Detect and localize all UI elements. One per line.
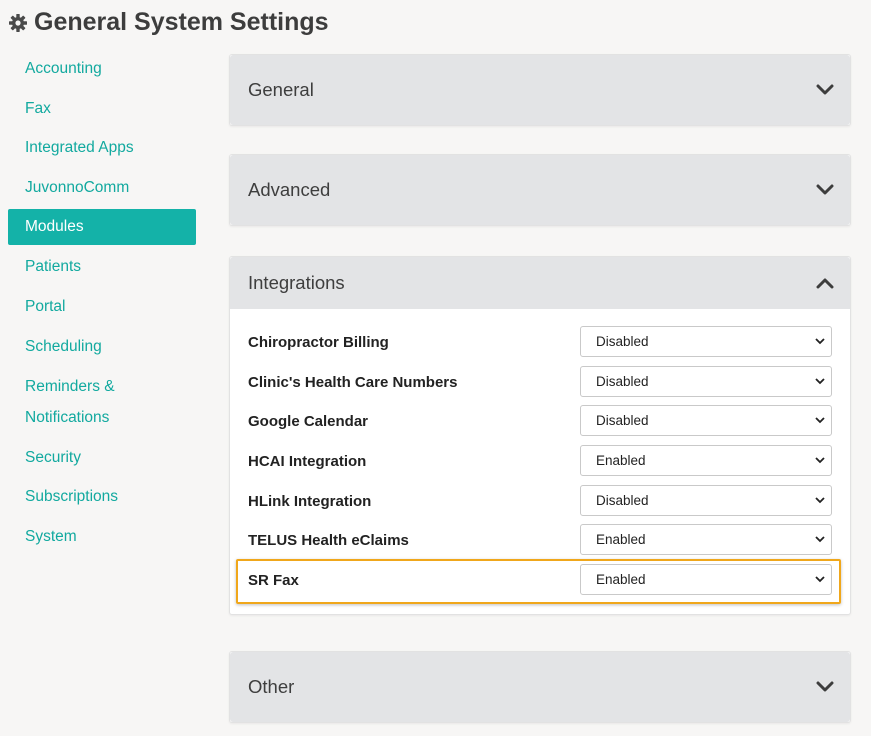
sidebar-item-subscriptions[interactable]: Subscriptions xyxy=(8,482,196,512)
integrations-panel-header[interactable]: Integrations xyxy=(230,257,850,309)
caret-down-icon xyxy=(815,338,825,345)
select-value: Enabled xyxy=(596,532,646,548)
caret-down-icon xyxy=(815,497,825,504)
caret-down-icon xyxy=(815,576,825,583)
select-value: Enabled xyxy=(596,453,646,469)
sidebar-item-label-line1: Reminders & xyxy=(25,378,115,396)
integration-row-telus-eclaims: TELUS Health eClaims Enabled xyxy=(248,524,832,564)
hcai-integration-select[interactable]: Enabled xyxy=(580,445,832,477)
sidebar-item-juvonnocomm[interactable]: JuvonnoComm xyxy=(8,173,196,203)
integration-row-google-calendar: Google Calendar Disabled xyxy=(248,405,832,445)
chevron-down-icon xyxy=(816,184,834,195)
integration-row-hlink: HLink Integration Disabled xyxy=(248,484,832,525)
select-value: Enabled xyxy=(596,572,646,588)
select-value: Disabled xyxy=(596,413,649,429)
integrations-list: Chiropractor Billing Disabled Clinic's H… xyxy=(230,309,850,614)
panel-title: Advanced xyxy=(248,179,331,200)
integration-label: HLink Integration xyxy=(248,492,372,510)
page-title-text: General System Settings xyxy=(34,8,329,36)
sidebar-item-security[interactable]: Security xyxy=(8,443,196,473)
page-title: General System Settings xyxy=(8,8,329,37)
chiropractor-billing-select[interactable]: Disabled xyxy=(580,326,832,357)
sidebar-item-scheduling[interactable]: Scheduling xyxy=(8,332,196,362)
integration-row-health-care-numbers: Clinic's Health Care Numbers Disabled xyxy=(248,365,832,406)
chevron-down-icon xyxy=(816,681,834,692)
google-calendar-select[interactable]: Disabled xyxy=(580,405,832,437)
integration-label: Chiropractor Billing xyxy=(248,334,389,351)
integration-label: TELUS Health eClaims xyxy=(248,532,409,550)
telus-eclaims-select[interactable]: Enabled xyxy=(580,524,832,556)
sidebar-item-patients[interactable]: Patients xyxy=(8,252,196,282)
panel-title: Other xyxy=(248,676,295,697)
sr-fax-select[interactable]: Enabled xyxy=(580,564,832,596)
caret-down-icon xyxy=(815,536,825,543)
integration-row-hcai: HCAI Integration Enabled xyxy=(248,445,832,485)
select-value: Disabled xyxy=(596,334,649,349)
hlink-integration-select[interactable]: Disabled xyxy=(580,484,832,516)
integration-row-chiropractor-billing: Chiropractor Billing Disabled xyxy=(248,326,832,366)
select-value: Disabled xyxy=(596,373,649,389)
general-panel: General xyxy=(229,54,851,126)
chevron-up-icon xyxy=(816,278,834,289)
other-panel-header[interactable]: Other xyxy=(230,652,850,722)
integration-label: HCAI Integration xyxy=(248,453,367,471)
sidebar-item-reminders-notifications[interactable]: Reminders & Notifications xyxy=(8,371,196,433)
caret-down-icon xyxy=(815,417,825,424)
general-panel-header[interactable]: General xyxy=(230,55,850,125)
integration-row-sr-fax: SR Fax Enabled xyxy=(236,559,841,605)
sidebar-item-accounting[interactable]: Accounting xyxy=(8,54,196,84)
advanced-panel-header[interactable]: Advanced xyxy=(230,155,850,225)
integration-label: Google Calendar xyxy=(248,413,369,431)
chevron-down-icon xyxy=(816,84,834,95)
sidebar-item-label-line2: Notifications xyxy=(25,409,110,427)
sidebar-item-modules[interactable]: Modules xyxy=(8,209,196,246)
caret-down-icon xyxy=(815,457,825,464)
integration-label: Clinic's Health Care Numbers xyxy=(248,373,458,391)
caret-down-icon xyxy=(815,378,825,384)
settings-sidebar: Accounting Fax Integrated Apps JuvonnoCo… xyxy=(8,54,196,562)
gear-icon xyxy=(9,13,27,32)
panel-title: Integrations xyxy=(248,272,345,293)
sidebar-item-fax[interactable]: Fax xyxy=(8,94,196,124)
sidebar-item-system[interactable]: System xyxy=(8,522,196,552)
health-care-numbers-select[interactable]: Disabled xyxy=(580,365,832,397)
other-panel: Other xyxy=(229,651,851,723)
sidebar-item-integrated-apps[interactable]: Integrated Apps xyxy=(8,133,196,163)
integrations-panel: Integrations Chiropractor Billing Disabl… xyxy=(229,256,851,615)
select-value: Disabled xyxy=(596,492,649,508)
sidebar-item-portal[interactable]: Portal xyxy=(8,292,196,322)
panel-title: General xyxy=(248,79,314,100)
integration-label: SR Fax xyxy=(248,572,299,590)
advanced-panel: Advanced xyxy=(229,154,851,226)
